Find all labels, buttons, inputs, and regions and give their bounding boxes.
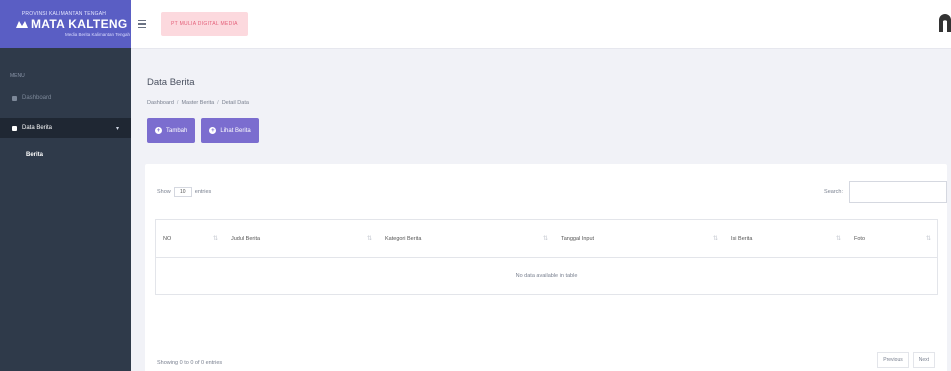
top-header: PT MULIA DIGITAL MEDIA [131,0,951,49]
sidebar-item-data-berita[interactable]: Data Berita ▾ [0,118,131,138]
column-header-judul[interactable]: Judul Berita ⇅ [224,220,378,257]
sidebar-heading: MENU [10,73,25,79]
show-label: Show [157,189,171,195]
brand-logo[interactable]: PROVINSI KALIMANTAN TENGAH MATA KALTENG … [0,0,131,48]
pagination: Previous Next [877,352,935,368]
breadcrumb-item: Detail Data [221,100,249,106]
view-news-label: Lihat Berita [220,127,251,134]
column-label: Judul Berita [231,235,261,242]
plus-icon: + [209,127,217,134]
page-title: Data Berita [147,77,195,88]
sort-icon: ⇅ [712,236,718,242]
entries-value: 10 [179,189,186,195]
sidebar-subitem-berita[interactable]: Berita [0,144,131,166]
breadcrumb-item[interactable]: Dashboard [147,100,174,106]
search-input[interactable] [849,181,947,203]
add-news-label: Tambah [166,127,188,134]
brand-main-text: MATA KALTENG [31,17,128,31]
column-header-no[interactable]: NO ⇅ [156,220,224,257]
sidebar: PROVINSI KALIMANTAN TENGAH MATA KALTENG … [0,0,131,371]
column-label: Isi Berita [731,235,753,242]
add-news-button[interactable]: + Tambah [147,118,196,143]
news-icon [12,125,17,131]
entries-control: Show 10 entries [157,187,211,197]
search-label: Search: [824,189,843,195]
column-header-tanggal[interactable]: Tanggal Input ⇅ [554,220,724,257]
column-header-kategori[interactable]: Kategori Berita ⇅ [378,220,554,257]
column-header-foto[interactable]: Foto ⇅ [847,220,937,257]
sort-icon: ⇅ [542,236,548,242]
breadcrumb-separator: / [217,100,219,106]
organization-badge: PT MULIA DIGITAL MEDIA [161,12,248,36]
menu-toggle-icon[interactable] [138,20,146,28]
user-icon[interactable] [937,12,951,32]
brand-title: MATA KALTENG [16,17,131,31]
breadcrumb-item[interactable]: Master Berita [181,100,214,106]
previous-page-button[interactable]: Previous [877,352,909,368]
view-news-button[interactable]: + Lihat Berita [201,118,259,143]
empty-table-message: No data available in table [515,273,578,279]
column-header-isi[interactable]: Isi Berita ⇅ [724,220,847,257]
table-info: Showing 0 to 0 of 0 entries [157,360,223,366]
entries-select[interactable]: 10 [173,187,192,197]
next-page-button[interactable]: Next [912,352,935,368]
search-control: Search: [824,181,947,203]
sidebar-item-label: Dashboard [22,95,52,101]
column-label: NO [163,235,172,242]
column-label: Foto [854,235,866,242]
brand-sub-text: Media Berita Kalimantan Tengah [65,32,130,37]
plus-icon: + [155,127,162,134]
dashboard-icon [12,95,17,101]
sort-icon: ⇅ [925,236,931,242]
table-header: NO ⇅ Judul Berita ⇅ Kategori Berita ⇅ Tangg… [156,220,937,258]
sidebar-item-label: Data Berita [22,125,53,131]
sort-icon: ⇅ [212,236,218,242]
breadcrumb-separator: / [176,100,179,106]
action-bar: + Tambah + Lihat Berita [147,118,259,143]
news-table-card: Show 10 entries Search: NO ⇅ Judul Berita… [145,164,947,371]
sort-icon: ⇅ [366,236,372,242]
column-label: Kategori Berita [385,235,422,242]
main-content: Data Berita Dashboard / Master Berita / … [131,49,951,371]
brand-mark-icon [16,21,28,28]
sort-icon: ⇅ [835,236,841,242]
entries-label: entries [194,189,212,195]
sidebar-item-dashboard[interactable]: Dashboard [0,88,131,108]
chevron-down-icon: ▾ [115,125,119,132]
column-label: Tanggal Input [561,235,595,242]
news-table: NO ⇅ Judul Berita ⇅ Kategori Berita ⇅ Tangg… [155,219,938,295]
breadcrumb: Dashboard / Master Berita / Detail Data [147,100,249,106]
